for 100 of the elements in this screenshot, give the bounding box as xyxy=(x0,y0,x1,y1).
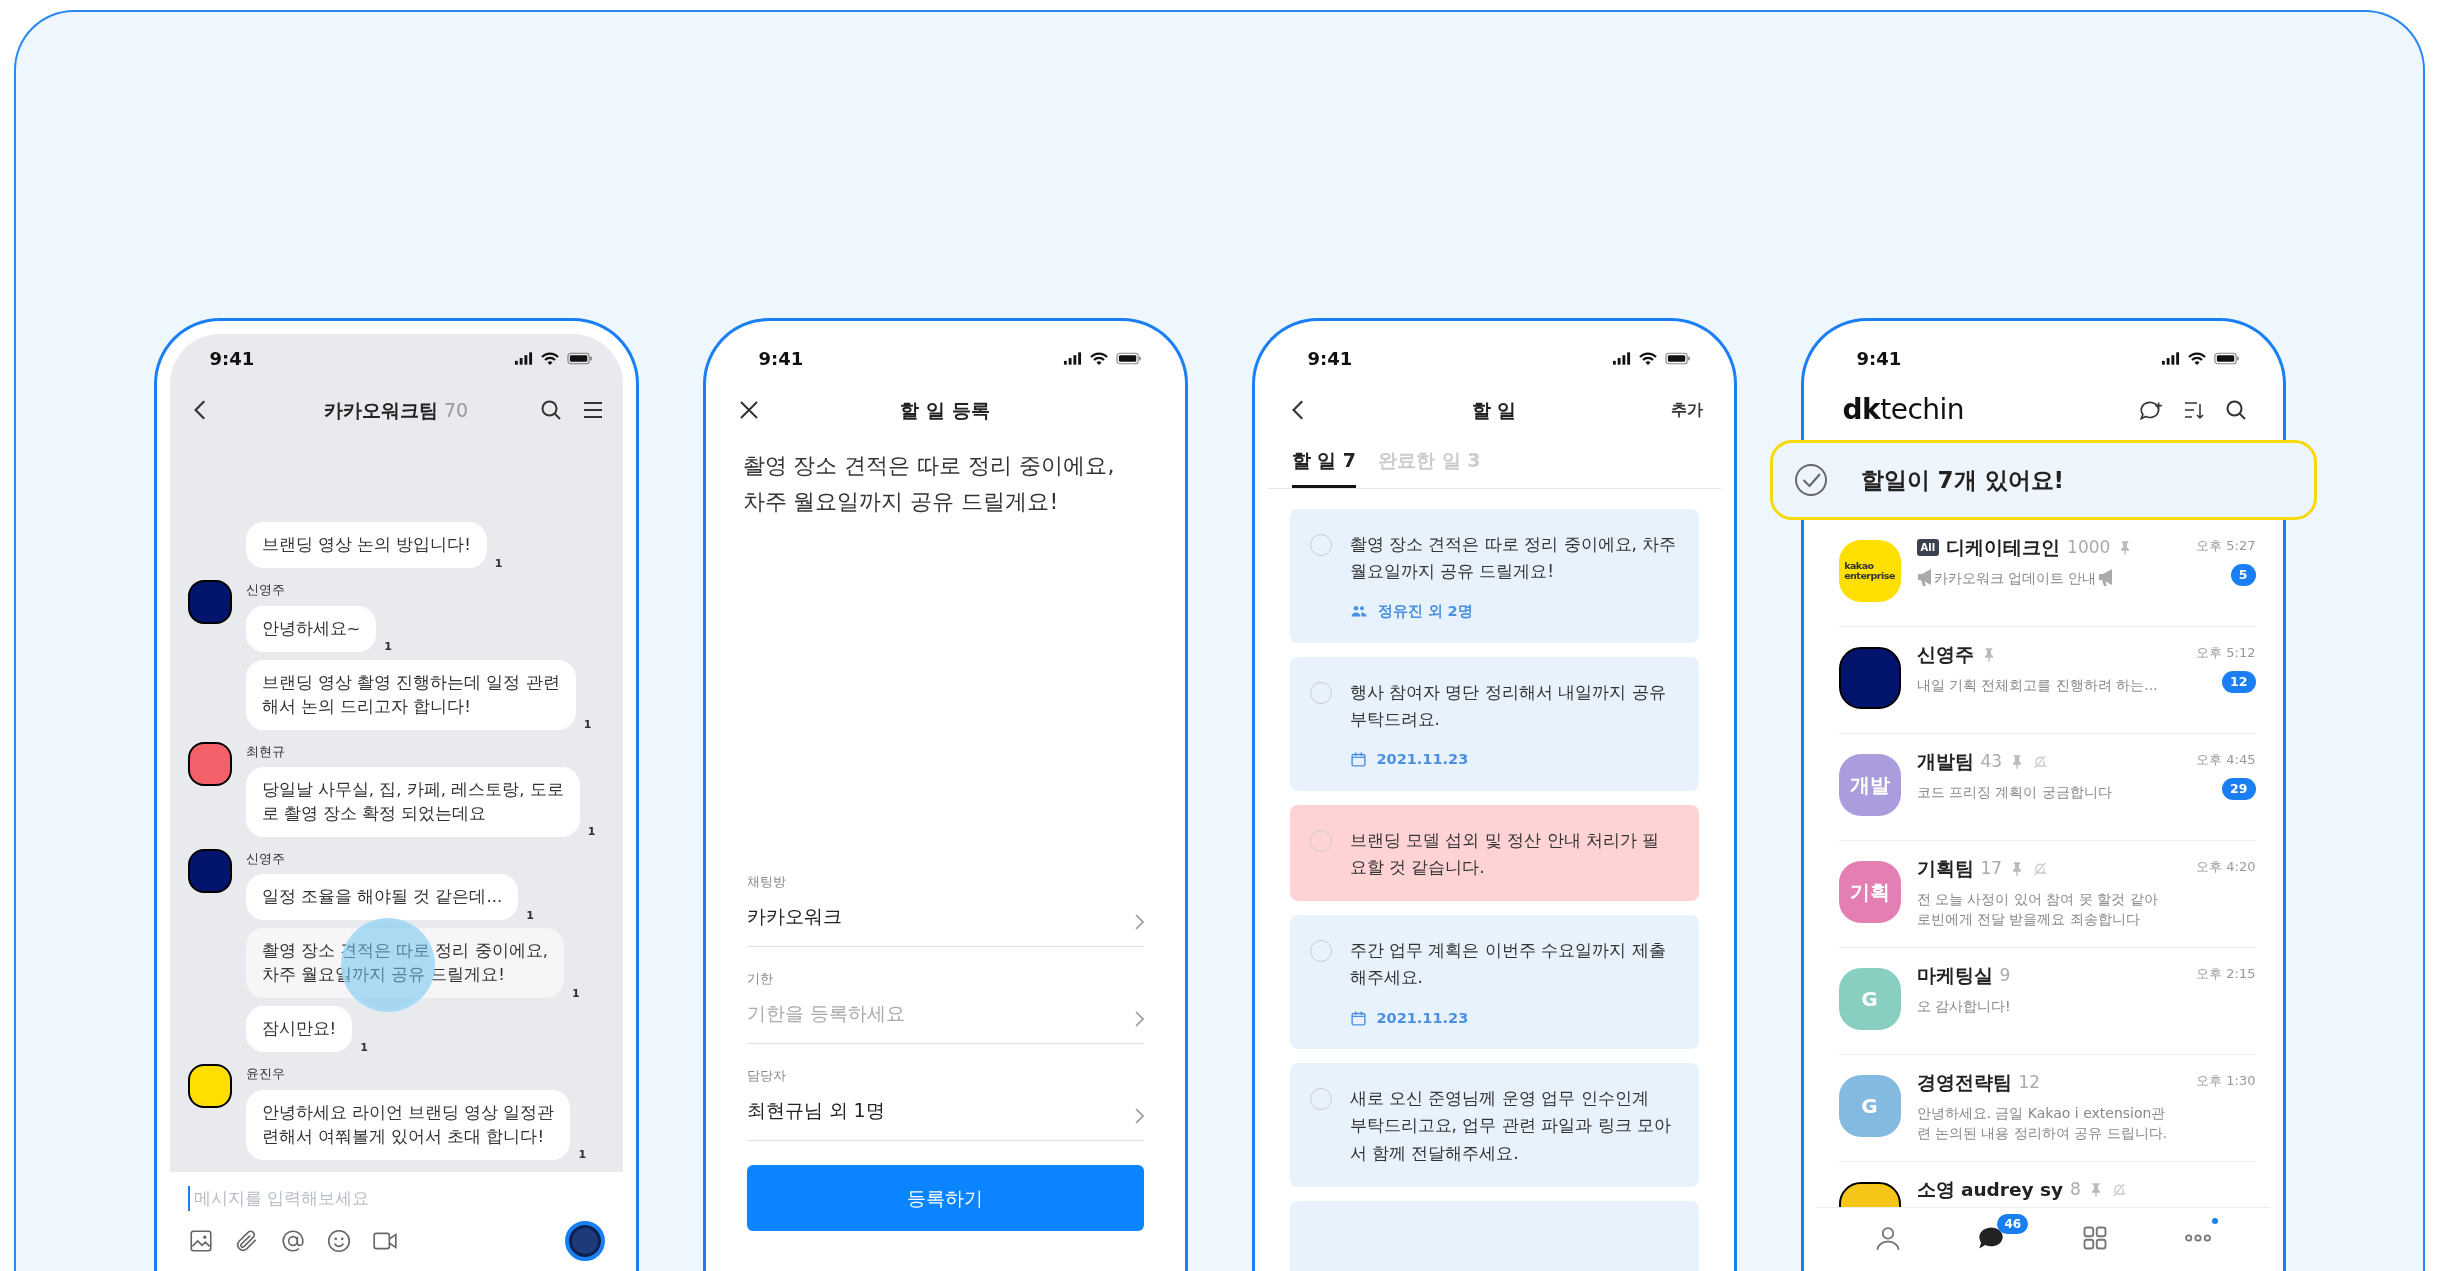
member-count: 8 xyxy=(2070,1178,2081,1202)
signal-icon xyxy=(1611,351,1631,365)
message-bubble[interactable]: 당일날 사무실, 집, 카페, 레스토랑, 도로 로 촬영 장소 확정 되었는데요 xyxy=(245,767,580,837)
task-text: 브랜딩 모델 섭외 및 정산 안내 처리가 필 요할 것 같습니다. xyxy=(1349,828,1661,879)
wifi-icon xyxy=(1638,351,1657,365)
status-time: 9:41 xyxy=(1856,346,1902,371)
signal-icon xyxy=(2160,351,2180,365)
smiley-icon[interactable] xyxy=(325,1228,352,1254)
chat-name: 기획팀 xyxy=(1916,857,1974,881)
unread-count: 1 xyxy=(583,717,592,734)
unread-count: 1 xyxy=(587,824,596,841)
add-link[interactable]: 추가 xyxy=(1670,398,1703,422)
sender-name: 윤진우 xyxy=(245,1065,285,1084)
field-label: 담당자 xyxy=(746,1067,787,1085)
member-count: 12 xyxy=(2018,1071,2041,1095)
register-button[interactable]: 등록하기 xyxy=(746,1165,1144,1231)
sender-name: 최현규 xyxy=(245,742,285,761)
screen-title: 할 일 xyxy=(1471,397,1517,423)
message-time: 오후 1:30 xyxy=(2196,1072,2256,1090)
chat-title: 카카오워크팀 xyxy=(323,398,438,421)
task-text: 새로 오신 준영님께 운영 업무 인수인계 부탁드리고요, 업무 관련 파일과 링크 모아 서 함께 전달해주세요. xyxy=(1349,1087,1672,1165)
message-bubble[interactable]: 잠시만요! xyxy=(245,1006,353,1053)
task-card[interactable]: 주간 업무 계획은 이번주 수요일까지 제출 해주세요. 2021.11.23 xyxy=(1289,915,1699,1050)
form-field[interactable]: 채팅방 카카오워크 xyxy=(746,850,1144,947)
wifi-icon xyxy=(1089,351,1108,365)
chat-row[interactable]: kakao enterprise All 디케이테크인 1000 카카오워크 업데이트 안내 오후 5:27 5 xyxy=(1838,520,2256,627)
message-preview: 안녕하세요. 금일 Kakao i extension관 련 논의된 내용 정리하여 공유 드립니다. xyxy=(1916,1103,2168,1144)
task-text: 촬영 장소 견적은 따로 정리 중이에요, 차주 월요일까지 공유 드릴게요! xyxy=(741,452,1116,517)
chat-row[interactable]: G 경영전략팀 12 안녕하세요. 금일 Kakao i extension관 련 논의된 내용 정리하여 공유 드립니다. 오후 1:30 xyxy=(1838,1055,2256,1162)
screen-title: 할 일 등록 xyxy=(900,397,990,423)
task-text: 행사 참여자 명단 정리해서 내일까지 공유 부탁드려요. xyxy=(1349,680,1667,731)
round-button[interactable] xyxy=(564,1221,605,1261)
avatar: G xyxy=(1838,968,1901,1030)
battery-icon xyxy=(1115,351,1142,365)
banner-text: 할일이 7개 있어요! xyxy=(1860,465,2064,495)
battery-icon xyxy=(1664,351,1691,365)
member-count: 70 xyxy=(443,398,469,421)
message-bubble[interactable]: 안녕하세요~ xyxy=(245,605,377,652)
unread-count: 1 xyxy=(384,639,392,656)
member-count: 9 xyxy=(1999,964,2011,988)
task-card[interactable]: 브랜딩 모델 섭외 및 정산 안내 처리가 필 요할 것 같습니다. xyxy=(1289,804,1699,902)
logo-avatar: kakao enterprise xyxy=(1838,540,1901,602)
unread-badge: 12 xyxy=(2222,670,2256,694)
message-time: 오후 2:15 xyxy=(2196,965,2256,983)
chat-name: 경영전략팀 xyxy=(1916,1071,2012,1095)
image-icon[interactable] xyxy=(187,1228,214,1254)
chat-name: 신영주 xyxy=(1916,643,1974,667)
form-field[interactable]: 담당자 최현규님 외 1명 xyxy=(746,1044,1144,1141)
chat-row[interactable]: 신영주 내일 기획 전체회고를 진행하려 하는... 오후 5:12 12 xyxy=(1838,627,2256,734)
calendar-icon xyxy=(1349,751,1367,769)
chat-name: 마케팅실 xyxy=(1916,964,1993,988)
avatar: 기획 xyxy=(1838,861,1901,923)
member-count: 43 xyxy=(1980,750,2003,774)
message-preview: 전 오늘 사정이 있어 참여 못 할것 같아 로빈에게 전달 받을께요 죄송합니다 xyxy=(1916,889,2158,930)
task-text: 주간 업무 계획은 이번주 수요일까지 제출 해주세요. xyxy=(1349,939,1667,990)
signal-icon xyxy=(513,351,533,365)
calendar-icon xyxy=(1349,1009,1367,1027)
status-time: 9:41 xyxy=(209,346,255,371)
field-value: 카카오워크 xyxy=(746,903,842,929)
task-card[interactable]: 행사 참여자 명단 정리해서 내일까지 공유 부탁드려요. 2021.11.23 xyxy=(1289,656,1699,791)
battery-icon xyxy=(2213,351,2240,365)
assignees: 정유진 외 2명 xyxy=(1377,601,1473,621)
unread-count: 1 xyxy=(526,907,534,924)
chat-name: 소영 audrey sy xyxy=(1916,1178,2064,1202)
search-icon[interactable] xyxy=(538,398,563,422)
at-sign-icon[interactable] xyxy=(279,1228,306,1254)
message-bubble[interactable]: 브랜딩 영상 촬영 진행하는데 일정 관련 해서 논의 드리고자 합니다! xyxy=(245,659,576,730)
battery-icon xyxy=(566,351,593,365)
message-preview: 코드 프리징 계획이 궁금합니다 xyxy=(1916,782,2112,802)
unread-count: 1 xyxy=(572,985,580,1002)
task-card[interactable]: 새로 오신 준영님께 운영 업무 인수인계 부탁드리고요, 업무 관련 파일과 링크 모아 서 함께 전달해주세요. xyxy=(1289,1063,1699,1187)
form-field[interactable]: 기한 기한을 등록하세요 xyxy=(746,947,1144,1044)
chevron-right-icon xyxy=(1134,1108,1144,1124)
message-bubble[interactable]: 안녕하세요 라이언 브랜딩 영상 일정관 련해서 여쭤볼게 있어서 초대 합니다! xyxy=(245,1089,571,1160)
message-bubble[interactable]: 브랜딩 영상 논의 방입니다! xyxy=(245,522,487,569)
sender-name: 신영주 xyxy=(245,849,285,868)
due-date: 2021.11.23 xyxy=(1376,750,1469,769)
avatar: G xyxy=(1838,1075,1901,1137)
unread-count: 1 xyxy=(578,1147,587,1163)
task-card[interactable]: 촬영 장소 견적은 따로 정리 중이에요, 차주 월요일까지 공유 드릴게요! 정유진 외 2명 xyxy=(1289,508,1699,643)
task-text: 촬영 장소 견적은 따로 정리 중이에요, 차주 월요일까지 공유 드릴게요! xyxy=(1349,532,1678,583)
tag-label: All xyxy=(1916,539,1940,557)
chat-row[interactable]: 기획 기획팀 17 전 오늘 사정이 있어 참여 못 할것 같아 로빈에게 전달 받을께요 죄송합니다 오후 4:20 xyxy=(1838,841,2256,948)
search-icon[interactable] xyxy=(2223,398,2248,422)
member-count: 1000 xyxy=(2067,536,2111,560)
chat-name: 디케이테크인 xyxy=(1946,536,2061,560)
message-bubble[interactable]: 일정 조율을 해야될 것 같은데... xyxy=(245,874,519,921)
chat-row[interactable]: 개발 개발팀 43 코드 프리징 계획이 궁금합니다 오후 4:45 29 xyxy=(1838,734,2256,841)
brand-logo: dktechin xyxy=(1842,392,1965,428)
chat-row[interactable]: G 마케팅실 9 오 감사합니다! 오후 2:15 xyxy=(1838,948,2256,1055)
wifi-icon xyxy=(2187,351,2206,365)
field-placeholder: 기한을 등록하세요 xyxy=(746,1000,905,1026)
unread-count: 1 xyxy=(360,1039,368,1056)
unread-count: 1 xyxy=(494,555,503,572)
message-bubble[interactable]: 촬영 장소 견적은 따로 정리 중이에요, 차주 월요일까지 공유 드릴게요! xyxy=(245,928,564,999)
sender-name: 신영주 xyxy=(245,581,285,600)
todo-banner[interactable]: 할일이 7개 있어요! xyxy=(1769,440,2317,520)
megaphone-icon xyxy=(2098,568,2114,588)
chevron-right-icon xyxy=(1134,1011,1144,1027)
tab[interactable]: 할 일 7 xyxy=(1291,438,1356,488)
